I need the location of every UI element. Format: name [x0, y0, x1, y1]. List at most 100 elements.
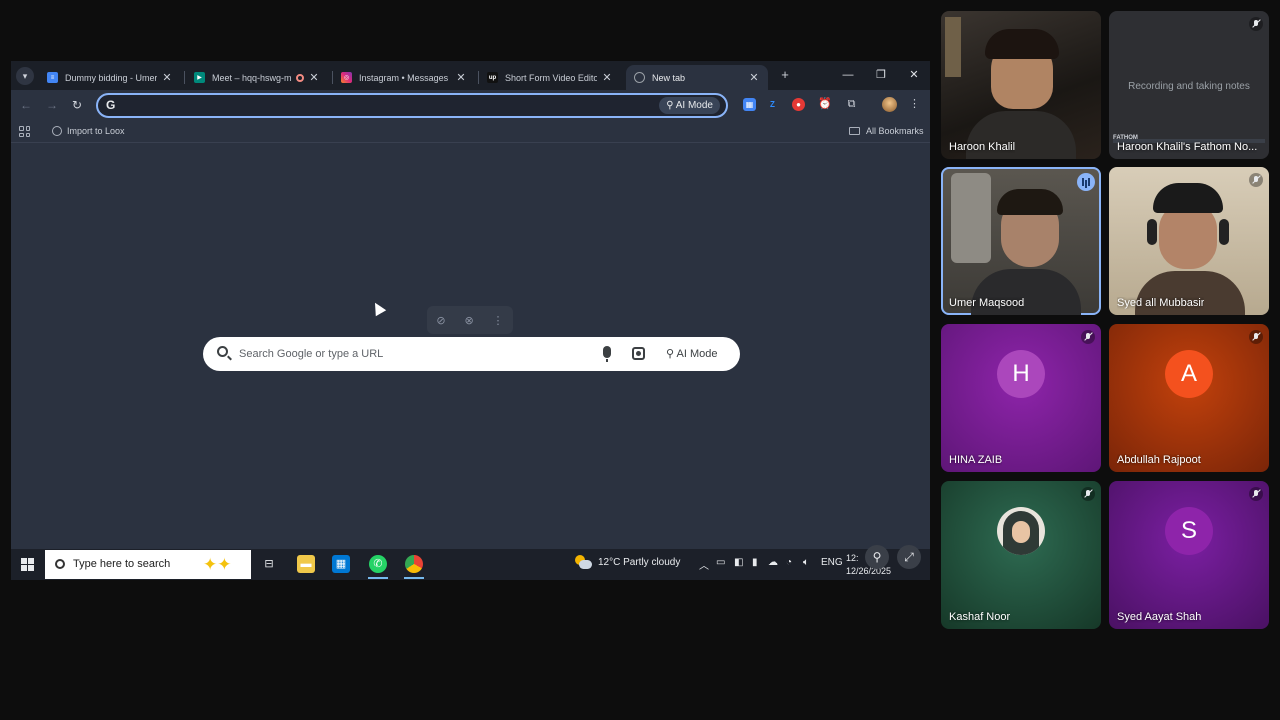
- participant-tile[interactable]: A Abdullah Rajpoot: [1109, 324, 1269, 472]
- mic-off-icon: [1249, 487, 1263, 501]
- volume-icon[interactable]: 🔈︎: [803, 557, 809, 568]
- weather-text[interactable]: 12°C Partly cloudy: [598, 557, 680, 568]
- mic-off-icon: [1081, 330, 1095, 344]
- bookmark-label: Import to Loox: [67, 126, 125, 136]
- tab-short-form-video-editor[interactable]: up Short Form Video Editor ✕: [479, 65, 621, 90]
- speaking-indicator-icon: [1077, 173, 1095, 191]
- mic-off-icon: [1249, 17, 1263, 31]
- meet-icon: ▶: [194, 72, 205, 83]
- recording-icon: [296, 73, 304, 82]
- apps-grid-icon[interactable]: [19, 126, 30, 137]
- fullscreen-icon[interactable]: ⤢: [897, 545, 921, 569]
- tab-instagram[interactable]: ◎ Instagram • Messages ✕: [333, 65, 475, 90]
- mic-tray-icon[interactable]: ▮: [752, 557, 758, 568]
- tray-chevron-icon[interactable]: ︿: [699, 557, 709, 572]
- participant-tile[interactable]: Haroon Khalil: [941, 11, 1101, 159]
- extensions-puzzle-icon[interactable]: ⧉: [845, 98, 858, 111]
- participant-tile[interactable]: Recording and taking notes FATHOM Haroon…: [1109, 11, 1269, 159]
- background-light: [945, 17, 961, 77]
- alarm-extension-icon[interactable]: ⏰: [818, 98, 832, 111]
- ai-mode-button[interactable]: ⚲ AI Mode: [659, 97, 720, 114]
- close-icon[interactable]: ✕: [601, 71, 613, 84]
- microphone-icon[interactable]: [603, 346, 611, 362]
- new-tab-button[interactable]: +: [777, 67, 793, 83]
- more-menu-icon[interactable]: ⋮: [908, 98, 921, 111]
- more-options-icon[interactable]: ⋮: [493, 314, 504, 327]
- tab-meet[interactable]: ▶ Meet – hqq-hswg-m ✕: [186, 65, 328, 90]
- google-lens-icon[interactable]: [632, 347, 645, 360]
- reload-icon[interactable]: ↻: [70, 98, 84, 112]
- bookmark-import[interactable]: Import to Loox: [52, 126, 125, 136]
- chrome-icon: [634, 72, 645, 83]
- participant-tile[interactable]: H HINA ZAIB: [941, 324, 1101, 472]
- file-explorer-icon[interactable]: ▬: [297, 555, 315, 573]
- tab-strip: ▾ ≡ Dummy bidding - Umer I ✕ ▶ Meet – hq…: [11, 61, 930, 90]
- back-icon[interactable]: ←: [19, 98, 33, 112]
- language-indicator[interactable]: ENG: [821, 557, 843, 568]
- close-icon[interactable]: ✕: [308, 71, 320, 84]
- minimize-icon[interactable]: —: [840, 67, 856, 83]
- address-bar[interactable]: G ⚲ AI Mode: [96, 93, 728, 118]
- background-bottle: [951, 173, 991, 263]
- search-icon: [217, 346, 228, 357]
- screen-share-controls: ⊘ ⊗ ⋮: [427, 306, 513, 334]
- tab-search-icon[interactable]: ▾: [16, 67, 34, 85]
- restore-icon[interactable]: ❐: [873, 67, 889, 83]
- unpin-icon[interactable]: ⊘: [436, 314, 445, 327]
- sparkle-icon: ✦✦: [203, 555, 232, 574]
- shared-screen: ▾ ≡ Dummy bidding - Umer I ✕ ▶ Meet – hq…: [11, 61, 930, 580]
- windows-start-icon[interactable]: [21, 558, 34, 571]
- calendar-extension-icon[interactable]: ▦: [743, 98, 756, 111]
- google-icon: G: [106, 98, 116, 112]
- pokeball-extension-icon[interactable]: ●: [792, 98, 805, 111]
- participant-tile[interactable]: S Syed Aayat Shah: [1109, 481, 1269, 629]
- close-window-icon[interactable]: ✕: [906, 67, 922, 83]
- zoom-in-icon[interactable]: ⚲: [865, 545, 889, 569]
- headphone-icon: [1147, 219, 1157, 245]
- avatar: S: [1165, 507, 1213, 555]
- folder-icon: [849, 127, 860, 135]
- close-icon[interactable]: ✕: [161, 71, 173, 84]
- mouse-cursor: [369, 299, 387, 317]
- participant-tile[interactable]: Umer Maqsood: [941, 167, 1101, 315]
- tab-title: Instagram • Messages: [359, 72, 449, 83]
- chrome-taskbar-icon[interactable]: [405, 555, 423, 573]
- globe-icon: [52, 126, 62, 136]
- hair-shape: [985, 29, 1059, 59]
- ai-mode-button[interactable]: ⚲ AI Mode: [660, 345, 723, 363]
- close-icon[interactable]: ✕: [455, 71, 467, 84]
- tab-dummy-bidding[interactable]: ≡ Dummy bidding - Umer I ✕: [39, 65, 181, 90]
- bookmarks-bar: Import to Loox All Bookmarks: [11, 121, 930, 143]
- active-app-indicator: [404, 577, 424, 579]
- address-input[interactable]: [122, 97, 642, 114]
- participant-name: Umer Maqsood: [949, 297, 1025, 309]
- taskbar-search[interactable]: Type here to search ✦✦: [45, 550, 251, 579]
- onedrive-icon[interactable]: ☁: [768, 557, 778, 568]
- zoom-extension-icon[interactable]: Z: [766, 98, 779, 111]
- all-bookmarks[interactable]: All Bookmarks: [849, 126, 924, 136]
- network-icon[interactable]: ◔: [786, 557, 792, 568]
- close-icon[interactable]: ✕: [748, 71, 760, 84]
- task-view-icon[interactable]: ⊟: [260, 555, 278, 573]
- google-search-box[interactable]: ⚲ AI Mode: [203, 337, 740, 371]
- forward-icon[interactable]: →: [45, 98, 59, 112]
- whatsapp-icon[interactable]: ✆: [369, 555, 387, 573]
- participant-name: Syed Aayat Shah: [1117, 611, 1202, 623]
- search-input[interactable]: [239, 345, 589, 363]
- store-icon[interactable]: ▦: [332, 555, 350, 573]
- tab-new-tab[interactable]: New tab ✕: [626, 65, 768, 90]
- mic-off-icon: [1249, 330, 1263, 344]
- headphone-icon: [1219, 219, 1229, 245]
- mute-icon[interactable]: ⊗: [464, 314, 473, 327]
- participant-tile[interactable]: Kashaf Noor: [941, 481, 1101, 629]
- tray-app-icon[interactable]: ◧: [734, 557, 743, 568]
- active-app-indicator: [368, 577, 388, 579]
- profile-avatar[interactable]: [882, 97, 897, 112]
- ai-mode-label: AI Mode: [676, 348, 718, 360]
- participant-name: Haroon Khalil's Fathom No...: [1117, 141, 1258, 153]
- docs-icon: ≡: [47, 72, 58, 83]
- participant-name: Haroon Khalil: [949, 141, 1016, 153]
- partly-cloudy-icon: [575, 555, 592, 571]
- tab-divider: [184, 71, 185, 84]
- participant-tile[interactable]: Syed all Mubbasir: [1109, 167, 1269, 315]
